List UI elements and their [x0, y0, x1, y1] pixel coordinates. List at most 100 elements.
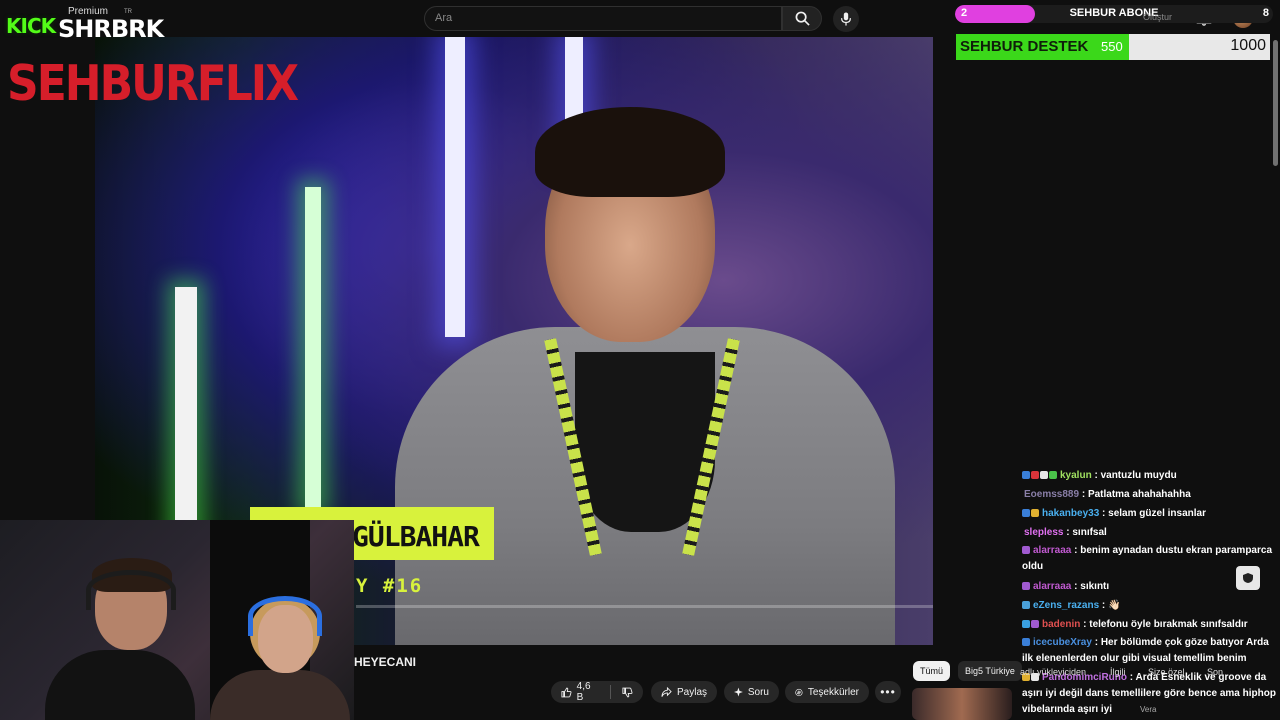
episode-label: Y #16	[356, 575, 424, 597]
chat-username[interactable]: icecubeXray	[1033, 637, 1092, 648]
donation-goal-bar: SEHBUR DESTEK 550 1000	[956, 34, 1270, 60]
chat-message: icecubeXray : Her bölümde çok göze batıy…	[1022, 634, 1280, 669]
chat-message: hakanbey33 : selam güzel insanlar	[1022, 504, 1280, 523]
thanks-button[interactable]: Teşekkürler	[785, 681, 869, 703]
streamer-webcam	[0, 520, 354, 720]
chat-text: sıkıntı	[1080, 581, 1110, 592]
chip-uploader[interactable]: adlı yükleyiciden	[1020, 667, 1086, 677]
name-plate-text: GÜLBAHAR	[352, 520, 480, 553]
search-input[interactable]: Ara	[424, 6, 782, 31]
badge-icon	[1022, 601, 1030, 610]
more-icon: •••	[880, 685, 896, 699]
footer-note: Vera	[1140, 705, 1157, 714]
badge-icon	[1022, 471, 1030, 480]
ask-label: Soru	[747, 686, 769, 698]
chat-username[interactable]: eZens_razans	[1033, 600, 1099, 611]
badge-icon	[1031, 620, 1039, 629]
chat-username[interactable]: badenin	[1042, 619, 1080, 630]
chat-text: selam güzel insanlar	[1108, 508, 1206, 519]
chat-badges	[1022, 543, 1031, 559]
more-actions-button[interactable]: •••	[875, 681, 901, 703]
chat-username[interactable]: Eoemss889	[1024, 489, 1079, 500]
donation-goal-current: 550	[1101, 39, 1123, 54]
ask-button[interactable]: Soru	[724, 681, 779, 703]
chat-message: badenin : telefonu öyle bırakmak sınıfsa…	[1022, 615, 1280, 634]
chat-separator: :	[1071, 545, 1081, 556]
chat-badges	[1022, 635, 1031, 651]
search-button[interactable]	[782, 6, 822, 31]
chip-all[interactable]: Tümü	[913, 661, 951, 681]
chat-text: 👋🏻	[1108, 600, 1121, 611]
kick-logo-text: KICK	[6, 14, 56, 38]
thanks-label: Teşekkürler	[807, 686, 859, 698]
badge-icon	[1031, 471, 1039, 480]
streamer-body	[45, 650, 195, 720]
headset	[86, 570, 176, 610]
video-progress-bar[interactable]	[356, 605, 933, 608]
chat-message: slepless : sınıfsal	[1022, 523, 1280, 542]
badge-icon	[1022, 509, 1030, 518]
chat-username[interactable]: alarraaa	[1033, 581, 1071, 592]
subscriber-goal-bar: 2 SEHBUR ABONE 8	[955, 5, 1273, 23]
chat-username[interactable]: kyalun	[1060, 470, 1092, 481]
voice-search-button[interactable]	[833, 6, 859, 32]
chat-text: telefonu öyle bırakmak sınıfsaldır	[1089, 619, 1248, 630]
share-label: Paylaş	[676, 686, 707, 698]
share-icon	[661, 686, 672, 697]
search-icon	[795, 11, 810, 26]
chat-username[interactable]: slepless	[1024, 527, 1063, 538]
chat-separator: :	[1080, 619, 1090, 630]
green-light-decor	[305, 187, 321, 507]
like-count[interactable]: 4,6 B	[577, 681, 600, 703]
page-scrollbar[interactable]	[1273, 40, 1278, 166]
sparkle-icon	[734, 687, 743, 697]
shield-icon	[1243, 573, 1253, 583]
chat-separator: :	[1099, 508, 1109, 519]
headset	[248, 596, 322, 636]
chip-more[interactable]: Son	[1207, 667, 1223, 677]
subscriber-goal-max: 8	[1262, 7, 1269, 19]
chat-text: Patlatma ahahahahha	[1087, 489, 1191, 500]
interviewee	[395, 97, 895, 645]
like-icon[interactable]	[561, 687, 572, 698]
badge-icon	[1022, 582, 1030, 591]
chip-related[interactable]: İlgili	[1110, 667, 1126, 677]
donation-goal-label: SEHBUR DESTEK	[960, 38, 1089, 55]
badge-icon	[1022, 546, 1030, 555]
chat-separator: :	[1071, 581, 1081, 592]
subscriber-goal-label: SEHBUR ABONE	[1069, 7, 1159, 19]
dislike-icon[interactable]	[622, 687, 633, 698]
chat-text: vantuzlu muydu	[1100, 470, 1177, 481]
chat-overlay: kyalun : vantuzlu muydu Eoemss889 : Patla…	[1022, 466, 1280, 720]
hair	[535, 107, 725, 197]
chat-separator: :	[1091, 637, 1101, 648]
chat-separator: :	[1091, 470, 1101, 481]
chip-big5[interactable]: Big5 Türkiye	[958, 661, 1022, 681]
white-light-decor	[175, 287, 197, 547]
recommended-thumbnail[interactable]	[912, 688, 1012, 720]
badge-icon	[1049, 471, 1057, 480]
badge-icon	[1022, 620, 1030, 629]
badge-icon	[1022, 638, 1030, 647]
chat-separator: :	[1127, 672, 1136, 683]
donation-goal-max: 1000	[1230, 37, 1266, 54]
chat-separator: :	[1099, 600, 1109, 611]
chat-badges	[1022, 596, 1031, 615]
divider	[610, 685, 612, 699]
chat-separator: :	[1079, 489, 1088, 500]
chat-badges	[1022, 577, 1031, 596]
create-tooltip: Oluştur	[1143, 12, 1173, 22]
badge-icon	[1040, 471, 1048, 480]
badge-icon	[1031, 509, 1039, 518]
chat-username[interactable]: hakanbey33	[1042, 508, 1099, 519]
microphone-icon	[841, 12, 851, 26]
chat-scroll-button[interactable]	[1236, 566, 1260, 590]
chat-badges	[1022, 466, 1058, 485]
chip-for-you[interactable]: Size özel	[1148, 667, 1185, 677]
chat-message: eZens_razans : 👋🏻	[1022, 596, 1280, 615]
video-title: HEYECANI	[354, 655, 417, 669]
chat-username[interactable]: alarraaa	[1033, 545, 1071, 556]
chat-message: kyalun : vantuzlu muydu	[1022, 466, 1280, 485]
share-button[interactable]: Paylaş	[651, 681, 717, 703]
sehburflix-brand: SEHBURFLIX	[7, 55, 299, 113]
